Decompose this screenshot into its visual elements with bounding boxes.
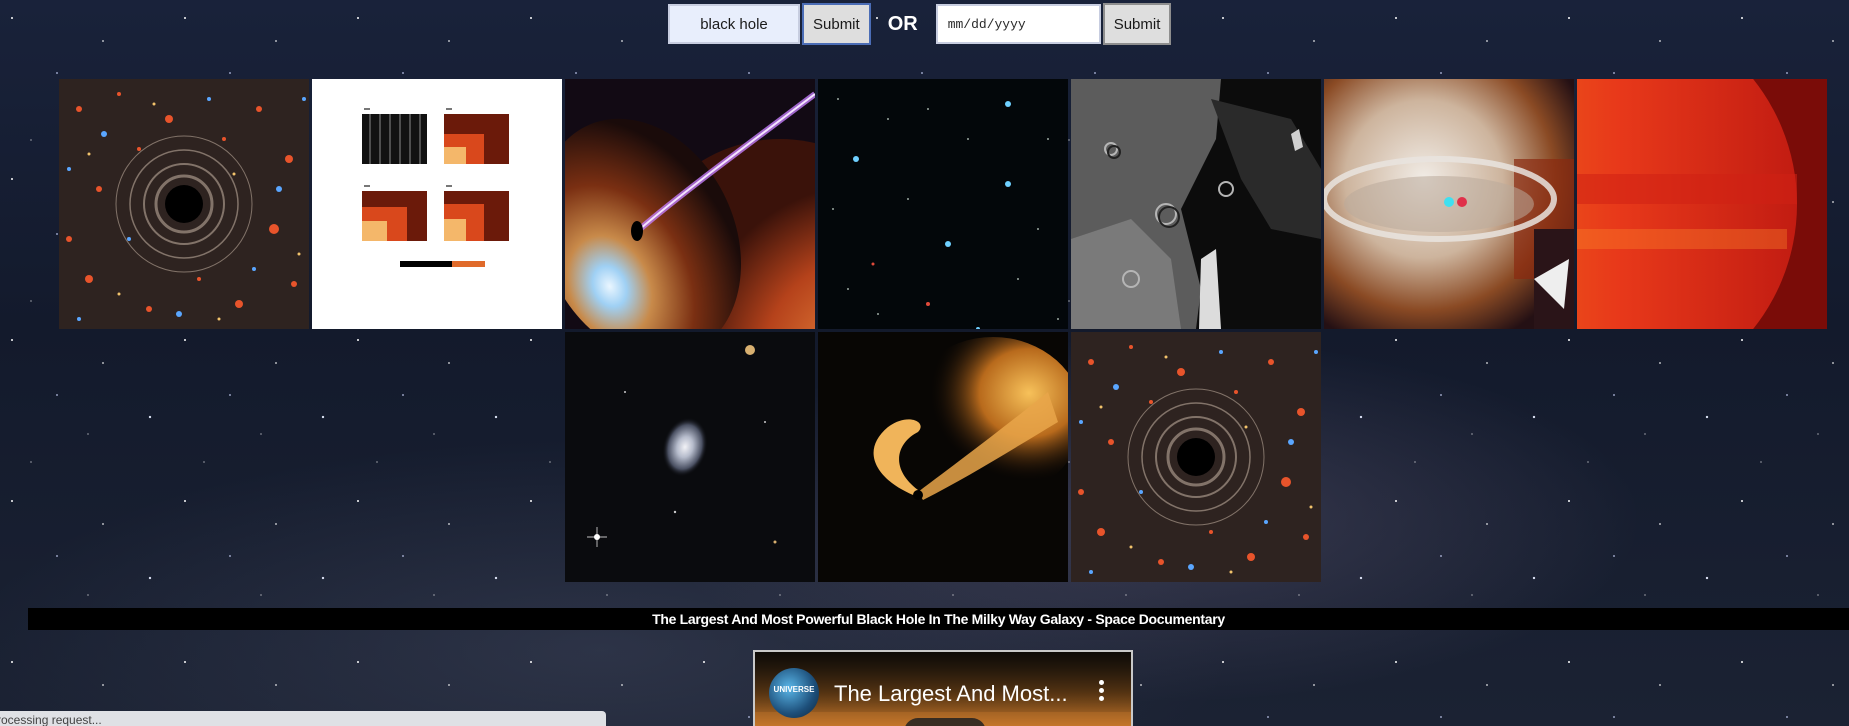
- gallery-image-accretion-disk[interactable]: [565, 79, 815, 329]
- date-input[interactable]: mm/dd/yyyy: [935, 4, 1101, 44]
- gallery-image-red-star[interactable]: [1577, 79, 1827, 329]
- gallery-image-star-field[interactable]: [818, 79, 1068, 329]
- more-options-icon[interactable]: [1099, 680, 1105, 702]
- date-submit-button[interactable]: Submit: [1102, 3, 1172, 45]
- gallery-image-black-hole-2[interactable]: [1071, 332, 1321, 582]
- browser-status-bar: Processing request...: [0, 711, 606, 726]
- date-placeholder: mm/dd/yyyy: [947, 16, 1026, 32]
- keyword-search-input[interactable]: [668, 4, 800, 44]
- gallery-image-spiral-galaxy[interactable]: [565, 332, 815, 582]
- or-separator: OR: [887, 12, 918, 35]
- keyword-submit-button[interactable]: Submit: [802, 3, 871, 45]
- gallery-image-plot-figure[interactable]: [312, 79, 562, 329]
- gallery-image-black-hole[interactable]: [59, 79, 309, 329]
- channel-avatar-label: UNIVERSE: [773, 685, 815, 694]
- video-embed[interactable]: UNIVERSE The Largest And Most...: [753, 650, 1133, 726]
- gallery-image-disk-simulation[interactable]: [1324, 79, 1574, 329]
- gallery-image-tidal-disruption[interactable]: [818, 332, 1068, 582]
- channel-avatar[interactable]: UNIVERSE: [769, 668, 819, 718]
- play-button[interactable]: [904, 718, 986, 726]
- video-heading: The Largest And Most Powerful Black Hole…: [28, 608, 1849, 630]
- video-embed-title[interactable]: The Largest And Most...: [834, 681, 1068, 707]
- search-bar: Submit OR mm/dd/yyyy Submit: [668, 3, 1172, 45]
- gallery-image-cratered-surface[interactable]: [1071, 79, 1321, 329]
